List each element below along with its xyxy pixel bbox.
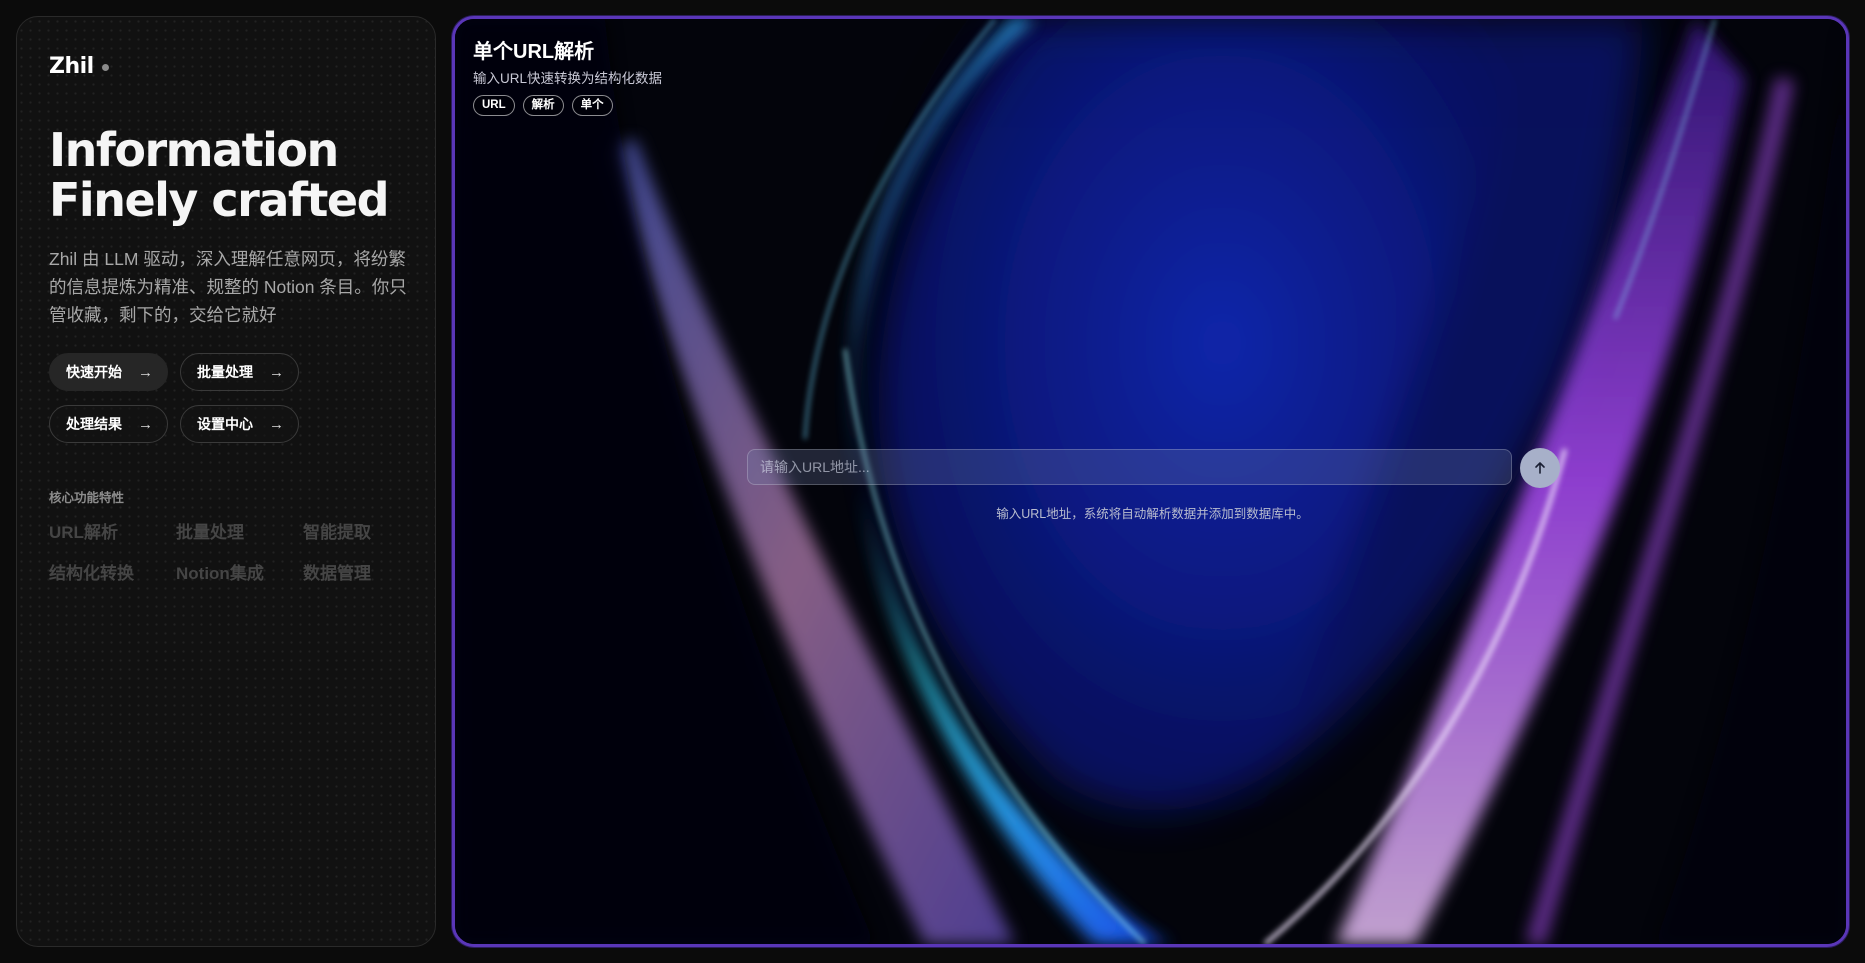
- sidebar-panel: Zhil Information Finely crafted Zhil 由 L…: [16, 16, 436, 947]
- quick-start-button[interactable]: 快速开始 →: [49, 353, 168, 391]
- feature-item: 智能提取: [303, 523, 371, 542]
- arrow-right-icon: →: [269, 363, 284, 381]
- tag-parse: 解析: [522, 95, 564, 116]
- arrow-right-icon: →: [269, 415, 284, 433]
- hero-title-line-2: Finely crafted: [49, 173, 390, 227]
- settings-button[interactable]: 设置中心 →: [180, 405, 299, 443]
- tag-url: URL: [473, 95, 515, 116]
- action-buttons: 快速开始 → 批量处理 → 处理结果 → 设置中心 →: [49, 353, 349, 443]
- batch-process-button[interactable]: 批量处理 →: [180, 353, 299, 391]
- features-heading: 核心功能特性: [49, 491, 125, 505]
- quick-start-label: 快速开始: [66, 364, 122, 380]
- submit-button[interactable]: [1520, 448, 1560, 488]
- hero-title: Information Finely crafted: [49, 125, 403, 225]
- batch-process-label: 批量处理: [197, 364, 253, 380]
- main-panel: 单个URL解析 输入URL快速转换为结构化数据 URL 解析 单个 输入URL地…: [452, 16, 1849, 947]
- arrow-right-icon: →: [138, 415, 153, 433]
- feature-item: 结构化转换: [49, 564, 134, 583]
- hero-description: Zhil 由 LLM 驱动，深入理解任意网页，将纷繁的信息提炼为精准、规整的 N…: [49, 249, 407, 325]
- tag-single: 单个: [571, 95, 613, 116]
- feature-item: Notion集成: [176, 564, 264, 583]
- hero-title-line-1: Information: [49, 123, 339, 177]
- page-title: 单个URL解析: [473, 41, 595, 63]
- brand-logo[interactable]: Zhil: [49, 51, 403, 81]
- feature-item: 数据管理: [303, 564, 371, 583]
- input-hint: 输入URL地址，系统将自动解析数据并添加到数据库中。: [996, 507, 1309, 521]
- settings-label: 设置中心: [197, 416, 253, 432]
- arrow-up-icon: [1535, 462, 1545, 474]
- arrow-right-icon: →: [138, 363, 153, 381]
- url-input[interactable]: [747, 449, 1512, 485]
- brand-name: Zhil: [49, 53, 94, 79]
- features-list: URL解析 批量处理 智能提取 结构化转换 Notion集成 数据管理: [49, 518, 403, 584]
- results-label: 处理结果: [66, 416, 122, 432]
- page-header: 单个URL解析 输入URL快速转换为结构化数据 URL 解析 单个: [473, 39, 662, 116]
- feature-item: URL解析: [49, 523, 118, 542]
- brand-dot-icon: [101, 63, 109, 71]
- tag-list: URL 解析 单个: [473, 95, 662, 116]
- feature-item: 批量处理: [176, 523, 244, 542]
- page-subtitle: 输入URL快速转换为结构化数据: [473, 71, 663, 86]
- results-button[interactable]: 处理结果 →: [49, 405, 168, 443]
